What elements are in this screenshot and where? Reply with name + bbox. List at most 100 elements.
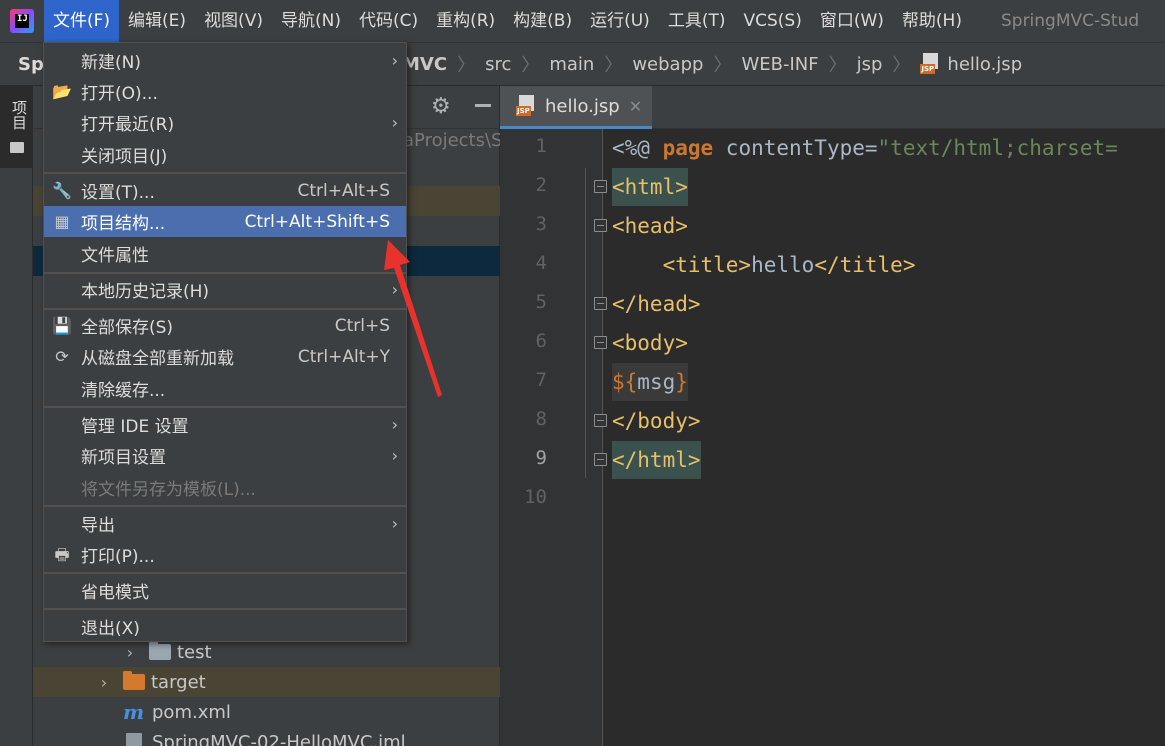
breadcrumb-main[interactable]: main xyxy=(549,54,594,75)
breadcrumb-project[interactable]: Sp xyxy=(18,54,44,75)
menu-item-label: 新建(N) xyxy=(81,53,141,73)
breadcrumb-hello-jsp[interactable]: hello.jsp xyxy=(947,54,1022,75)
jsp-file-icon: JSP xyxy=(516,95,538,117)
breadcrumb-webapp[interactable]: webapp xyxy=(632,54,703,75)
menu-item-label: 打开(O)... xyxy=(81,84,158,104)
red-arrow-pointer-icon xyxy=(384,240,442,397)
fold-icon[interactable] xyxy=(594,414,607,427)
menu-item-label: 清除缓存... xyxy=(81,381,166,401)
menu-view[interactable]: 视图(V) xyxy=(195,0,272,42)
breadcrumb: MVC 〉 src 〉 main 〉 webapp 〉 WEB-INF 〉 js… xyxy=(402,51,1022,77)
tree-label: target xyxy=(151,671,206,693)
breadcrumb-separator-icon: 〉 xyxy=(604,55,623,76)
breadcrumb-separator-icon: 〉 xyxy=(713,55,732,76)
code-token: </title> xyxy=(814,253,916,277)
menu-item-settings[interactable]: 🔧 设置(T)... Ctrl+Alt+S xyxy=(44,175,406,206)
code-line-5: </head> xyxy=(612,292,701,316)
menu-item-manage-ide-settings[interactable]: 管理 IDE 设置 › xyxy=(44,409,406,440)
code-token: } xyxy=(675,370,688,394)
menu-tools[interactable]: 工具(T) xyxy=(659,0,735,42)
menu-navigate[interactable]: 导航(N) xyxy=(272,0,350,42)
folder-icon xyxy=(149,641,171,660)
menu-item-close-project[interactable]: 关闭项目(J) xyxy=(44,139,406,170)
menu-item-exit[interactable]: 退出(X) xyxy=(44,611,406,642)
menu-refactor[interactable]: 重构(R) xyxy=(427,0,504,42)
maven-icon: m xyxy=(123,700,145,724)
menu-item-label: 将文件另存为模板(L)... xyxy=(81,480,256,500)
tree-row-pom[interactable]: m pom.xml xyxy=(33,697,500,727)
window-title: SpringMVC-Stud xyxy=(1000,11,1140,31)
tab-hello-jsp[interactable]: JSP hello.jsp ✕ xyxy=(500,86,652,129)
menu-item-label: 本地历史记录(H) xyxy=(81,282,210,302)
menu-item-save-all[interactable]: 💾 全部保存(S) Ctrl+S xyxy=(44,310,406,341)
menu-item-label: 导出 xyxy=(81,516,115,536)
menu-item-export[interactable]: 导出 › xyxy=(44,508,406,539)
fold-icon[interactable] xyxy=(594,336,607,349)
menu-item-file-properties[interactable]: 文件属性 › xyxy=(44,238,406,269)
chevron-right-icon: › xyxy=(391,51,398,70)
menu-item-project-structure[interactable]: ▦ 项目结构... Ctrl+Alt+Shift+S xyxy=(44,206,406,237)
menu-code[interactable]: 代码(C) xyxy=(350,0,427,42)
menu-bar: IJ 文件(F) 编辑(E) 视图(V) 导航(N) 代码(C) 重构(R) 构… xyxy=(0,0,1165,42)
chevron-right-icon[interactable]: › xyxy=(93,673,115,692)
menu-item-open[interactable]: 📂 打开(O)... xyxy=(44,76,406,107)
menu-separator xyxy=(44,572,406,574)
chevron-right-icon: › xyxy=(391,415,398,434)
folder-icon xyxy=(10,142,24,153)
menu-item-print[interactable]: 🖶 打印(P)... xyxy=(44,539,406,570)
menu-run[interactable]: 运行(U) xyxy=(581,0,659,42)
menu-item-new-project-settings[interactable]: 新项目设置 › xyxy=(44,440,406,471)
breadcrumb-separator-icon: 〉 xyxy=(892,55,911,76)
breadcrumb-web-inf[interactable]: WEB-INF xyxy=(741,54,818,75)
gear-icon[interactable]: ⚙ xyxy=(431,94,451,119)
project-tool-window-tab[interactable]: 项目 xyxy=(0,86,33,168)
menu-file[interactable]: 文件(F) xyxy=(44,0,120,42)
fold-icon[interactable] xyxy=(594,219,607,232)
code-token: ${ xyxy=(612,370,638,394)
fold-icon[interactable] xyxy=(594,297,607,310)
menu-item-label: 省电模式 xyxy=(81,583,149,603)
menu-item-invalidate-caches[interactable]: 清除缓存... xyxy=(44,373,406,404)
menu-item-label: 管理 IDE 设置 xyxy=(81,417,189,437)
jsp-file-icon: JSP xyxy=(920,53,942,75)
close-icon[interactable]: ✕ xyxy=(629,97,642,116)
menu-item-new[interactable]: 新建(N) › xyxy=(44,45,406,76)
fold-guide xyxy=(585,168,586,478)
menu-item-power-save-mode[interactable]: 省电模式 xyxy=(44,575,406,606)
menu-item-shortcut: Ctrl+Alt+Y xyxy=(297,346,390,367)
menu-item-open-recent[interactable]: 打开最近(R) › xyxy=(44,107,406,138)
tree-row-target[interactable]: › target xyxy=(33,667,500,697)
breadcrumb-jsp[interactable]: jsp xyxy=(857,54,883,75)
menu-vcs[interactable]: VCS(S) xyxy=(734,0,810,42)
fold-icon[interactable] xyxy=(594,453,607,466)
menu-build[interactable]: 构建(B) xyxy=(504,0,581,42)
line-number: 10 xyxy=(524,486,547,508)
minimize-icon[interactable] xyxy=(475,104,491,107)
tree-row-iml[interactable]: SpringMVC-02-HelloMVC.iml xyxy=(33,727,500,746)
line-number: 6 xyxy=(535,330,547,352)
menu-separator xyxy=(44,505,406,507)
code-token: "text/html;charset= xyxy=(877,136,1118,160)
menu-item-reload-all[interactable]: ⟳ 从磁盘全部重新加载 Ctrl+Alt+Y xyxy=(44,341,406,372)
menu-window[interactable]: 窗口(W) xyxy=(811,0,893,42)
chevron-right-icon[interactable]: › xyxy=(119,643,141,662)
code-line-7: ${msg} xyxy=(612,363,688,401)
breadcrumb-src[interactable]: src xyxy=(485,54,511,75)
menu-help[interactable]: 帮助(H) xyxy=(893,0,971,42)
breadcrumb-project-name[interactable]: MVC xyxy=(402,54,447,75)
menu-item-label: 从磁盘全部重新加载 xyxy=(81,349,234,369)
menu-item-shortcut: Ctrl+Alt+Shift+S xyxy=(244,211,390,232)
reload-icon: ⟳ xyxy=(55,346,69,366)
menu-separator xyxy=(44,172,406,174)
excluded-folder-icon xyxy=(123,671,145,690)
fold-icon[interactable] xyxy=(594,180,607,193)
code-token: <%@ xyxy=(612,136,663,160)
menu-item-local-history[interactable]: 本地历史记录(H) › xyxy=(44,274,406,305)
menu-item-label: 退出(X) xyxy=(81,619,140,639)
wrench-icon: 🔧 xyxy=(52,180,72,200)
project-structure-icon: ▦ xyxy=(54,211,70,231)
menu-edit[interactable]: 编辑(E) xyxy=(119,0,195,42)
folder-open-icon: 📂 xyxy=(52,81,72,101)
tree-label: SpringMVC-02-HelloMVC.iml xyxy=(152,731,406,746)
